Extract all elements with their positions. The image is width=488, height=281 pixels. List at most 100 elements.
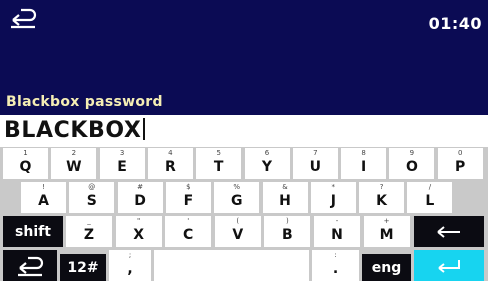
key-secondary: _	[87, 217, 91, 225]
key-j[interactable]: * J	[310, 182, 356, 213]
clock: 01:40	[428, 14, 482, 33]
shift-key[interactable]: shift	[3, 216, 63, 247]
key-secondary: 8	[361, 149, 366, 157]
key-q[interactable]: 1Q	[3, 148, 48, 179]
key-label: M	[379, 227, 394, 243]
comma-key[interactable]: ; ,	[109, 250, 151, 281]
screen: 01:40 Blackbox password BLACKBOX shift 1…	[0, 0, 488, 281]
key-secondary: 2	[71, 149, 77, 157]
key-secondary: @	[88, 183, 96, 191]
key-secondary: 5	[216, 149, 221, 157]
key-g[interactable]: % G	[214, 182, 260, 213]
numbers-symbols-label: 12#	[67, 259, 99, 276]
key-secondary: *	[331, 183, 336, 191]
key-label: N	[331, 227, 343, 243]
key-f[interactable]: $ F	[165, 182, 211, 213]
key-h[interactable]: & H	[262, 182, 308, 213]
key-secondary: (	[236, 217, 240, 225]
key-secondary: 3	[119, 149, 125, 157]
key-label: X	[133, 227, 144, 243]
key-x[interactable]: " X	[115, 216, 162, 247]
key-label: Z	[83, 227, 95, 243]
password-text: BLACKBOX	[4, 118, 142, 143]
key-b[interactable]: ) B	[264, 216, 311, 247]
field-label: Blackbox password	[6, 94, 163, 110]
key-label: Q	[19, 159, 32, 175]
key-secondary: 4	[168, 149, 173, 157]
key-r[interactable]: 4R	[147, 148, 193, 179]
shift-key-label: shift	[15, 223, 51, 240]
key-o[interactable]: 9O	[389, 148, 435, 179]
key-v[interactable]: (V	[214, 216, 261, 247]
password-input-value: BLACKBOX	[4, 115, 146, 147]
key-d[interactable]: # D	[117, 182, 163, 213]
header-bar: 01:40 Blackbox password	[0, 0, 488, 115]
key-secondary: '	[187, 217, 190, 225]
key-label: A	[38, 193, 49, 209]
key-secondary: &	[282, 183, 288, 191]
key-secondary: 7	[313, 149, 318, 157]
key-label: J	[330, 193, 336, 209]
key-label: U	[309, 159, 321, 175]
period-secondary: :	[334, 251, 337, 259]
key-c[interactable]: ' C	[165, 216, 212, 247]
key-label: E	[117, 159, 127, 175]
key-u[interactable]: 7U	[292, 148, 338, 179]
key-label: G	[230, 193, 243, 209]
key-label: O	[405, 159, 418, 175]
key-secondary: 9	[409, 149, 415, 157]
key-secondary: +	[383, 217, 390, 225]
language-key[interactable]: eng	[362, 254, 411, 281]
key-label: L	[425, 193, 435, 209]
key-label: D	[134, 193, 146, 209]
period-label: .	[332, 261, 339, 277]
text-caret	[143, 118, 146, 140]
key-label: P	[455, 159, 466, 175]
key-label: H	[279, 193, 291, 209]
comma-label: ,	[127, 261, 133, 277]
space-key[interactable]	[154, 250, 309, 281]
key-l[interactable]: / L	[407, 182, 453, 213]
key-label: S	[86, 193, 97, 209]
key-m[interactable]: + M	[363, 216, 410, 247]
key-n[interactable]: -N	[314, 216, 360, 247]
key-secondary: )	[286, 217, 289, 225]
key-z[interactable]: _ Z	[66, 216, 112, 247]
key-label: R	[165, 159, 176, 175]
on-screen-keyboard: shift 12# ; ,: . eng 1 Q 2 W 3 E 4 R 5 …	[0, 147, 488, 281]
key-label: Y	[261, 159, 273, 175]
key-label: T	[213, 159, 224, 175]
key-s[interactable]: @ S	[69, 182, 115, 213]
key-secondary: /	[428, 183, 432, 191]
key-secondary: 0	[457, 149, 463, 157]
enter-arrow-icon	[438, 259, 460, 273]
enter-key[interactable]	[414, 250, 484, 281]
key-p[interactable]: 0P	[437, 148, 483, 179]
backspace-key[interactable]	[414, 216, 484, 247]
key-secondary: #	[137, 183, 144, 191]
back-arrow-icon[interactable]	[8, 7, 38, 29]
period-key[interactable]: : .	[312, 250, 359, 281]
key-k[interactable]: ? K	[359, 182, 405, 213]
password-input-field[interactable]: BLACKBOX	[0, 115, 488, 147]
key-t[interactable]: 5T	[196, 148, 242, 179]
key-label: V	[232, 227, 244, 243]
key-secondary: %	[233, 183, 241, 191]
key-secondary: !	[42, 183, 45, 191]
numbers-symbols-key[interactable]: 12#	[60, 254, 106, 281]
back-key[interactable]	[3, 250, 57, 281]
key-a[interactable]: ! A	[21, 182, 66, 213]
key-secondary: $	[186, 183, 191, 191]
key-i[interactable]: 8I	[341, 148, 387, 179]
key-y[interactable]: 6Y	[244, 148, 290, 179]
language-key-label: eng	[371, 259, 402, 276]
key-e[interactable]: 3E	[99, 148, 145, 179]
key-w[interactable]: 2W	[51, 148, 97, 179]
key-label: I	[360, 159, 367, 175]
key-label: F	[183, 193, 194, 209]
comma-secondary: ;	[128, 251, 132, 259]
key-secondary: 6	[264, 149, 270, 157]
key-secondary: 1	[23, 149, 28, 157]
key-label: C	[183, 227, 194, 243]
key-label: W	[66, 159, 82, 175]
